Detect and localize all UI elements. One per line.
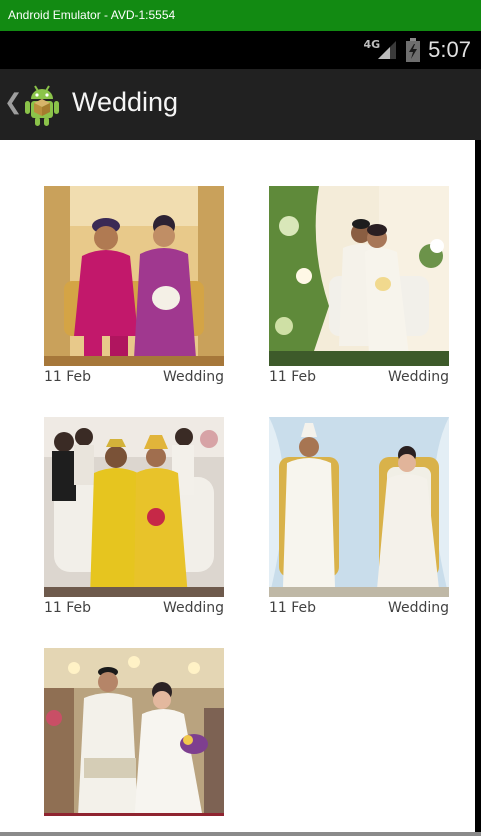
item-category: Wedding <box>387 369 449 385</box>
wedding-photo-thumbnail[interactable] <box>269 417 449 597</box>
item-caption: 11 Feb Wedding <box>269 597 449 619</box>
wedding-photo-thumbnail[interactable] <box>269 186 449 366</box>
wedding-photo-thumbnail[interactable] <box>44 417 224 597</box>
window-bottom-edge <box>0 832 481 836</box>
gallery-item[interactable]: 11 Feb Wedding <box>44 186 224 388</box>
item-caption: 11 Feb Wedding <box>44 597 224 619</box>
action-bar: ❮ Wedding <box>0 69 481 140</box>
item-category: Wedding <box>387 600 449 616</box>
back-chevron-icon[interactable]: ❮ <box>4 90 22 115</box>
window-edge <box>475 140 481 836</box>
gallery-content: 11 Feb Wedding 11 Feb Wedding 11 Feb Wed… <box>0 140 475 832</box>
item-caption: 11 Feb Wedding <box>44 366 224 388</box>
item-date: 11 Feb <box>269 600 317 616</box>
emulator-title-bar: Android Emulator - AVD-1:5554 <box>0 0 481 31</box>
item-date: 11 Feb <box>44 600 92 616</box>
item-date: 11 Feb <box>44 369 92 385</box>
android-app-icon[interactable] <box>22 83 62 127</box>
item-category: Wedding <box>162 369 224 385</box>
item-caption: 11 Feb Wedding <box>269 366 449 388</box>
gallery-item[interactable]: 11 Feb Wedding <box>269 186 449 388</box>
item-date: 11 Feb <box>269 369 317 385</box>
emulator-title: Android Emulator - AVD-1:5554 <box>8 8 176 22</box>
wedding-photo-thumbnail[interactable] <box>44 186 224 366</box>
battery-icon <box>406 38 421 62</box>
status-bar: 4G 5:07 <box>0 31 481 69</box>
gallery-item[interactable]: 11 Feb Wedding <box>269 417 449 619</box>
status-clock: 5:07 <box>428 37 471 62</box>
wedding-photo-thumbnail[interactable] <box>44 648 224 816</box>
gallery-item[interactable] <box>44 648 224 816</box>
page-title: Wedding <box>72 87 179 117</box>
gallery-item[interactable]: 11 Feb Wedding <box>44 417 224 619</box>
item-category: Wedding <box>162 600 224 616</box>
network-type-label: 4G <box>363 37 381 51</box>
